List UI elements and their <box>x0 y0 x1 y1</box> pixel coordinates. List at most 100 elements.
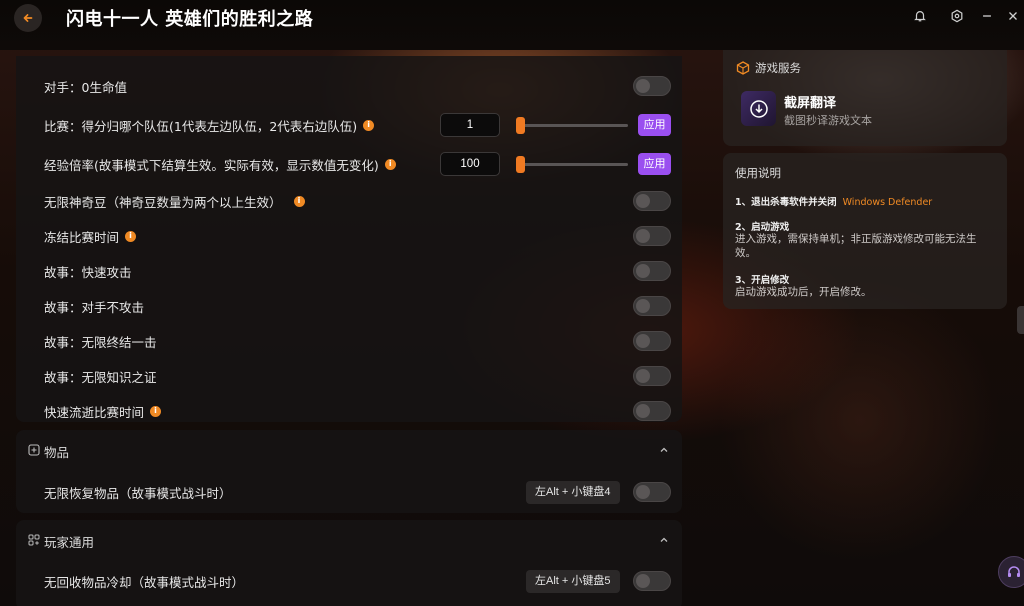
option-label: 无限神奇豆（神奇豆数量为两个以上生效） i <box>44 192 305 211</box>
toggle-knob <box>636 404 650 418</box>
option-row: 故事：对手不攻击 <box>16 289 682 323</box>
option-label: 无限恢复物品（故事模式战斗时） <box>44 485 232 501</box>
option-toggle[interactable] <box>633 261 671 281</box>
close-button[interactable] <box>1005 8 1021 24</box>
option-row: 比赛：得分归哪个队伍(1代表左边队伍，2代表右边队伍) i 1 应用 <box>16 108 682 142</box>
notification-button[interactable] <box>912 8 928 24</box>
tool-name[interactable]: 截屏翻译 <box>784 92 836 111</box>
hotkey-badge[interactable]: 左Alt + 小键盘5 <box>526 569 620 593</box>
option-row: 无限神奇豆（神奇豆数量为两个以上生效） i <box>16 184 682 218</box>
option-toggle[interactable] <box>633 571 671 591</box>
back-button[interactable] <box>14 4 42 32</box>
step-body: 启动游戏成功后，开启修改。 <box>735 286 872 298</box>
toggle-knob <box>636 485 650 499</box>
info-icon[interactable]: i <box>293 195 305 207</box>
usage-title: 使用说明 <box>735 166 781 180</box>
hexagon-settings-icon <box>951 9 963 23</box>
option-label: 故事：快速攻击 <box>44 264 132 280</box>
option-toggle[interactable] <box>633 296 671 316</box>
info-icon[interactable]: i <box>363 119 375 131</box>
option-row: 经验倍率(故事模式下结算生效。实际有效，显示数值无变化) i 100 应用 <box>16 147 682 181</box>
support-button[interactable] <box>998 556 1024 588</box>
toggle-knob <box>636 264 650 278</box>
apply-button[interactable]: 应用 <box>638 114 671 136</box>
option-label: 冻结比赛时间 i <box>44 227 137 246</box>
cube-icon <box>736 61 750 75</box>
option-label: 对手：0生命值 <box>44 79 127 95</box>
usage-instructions-card: 使用说明 1、退出杀毒软件并关闭 Windows Defender 2、启动游戏 … <box>723 153 1007 309</box>
exp-multiplier-slider[interactable] <box>516 155 628 173</box>
option-row: 故事：快速攻击 <box>16 254 682 288</box>
option-label: 经验倍率(故事模式下结算生效。实际有效，显示数值无变化) i <box>44 155 396 174</box>
app-title: 闪电十一人 英雄们的胜利之路 <box>66 9 314 30</box>
exp-multiplier-input[interactable]: 100 <box>440 152 500 176</box>
info-icon[interactable]: i <box>125 230 137 242</box>
score-team-input[interactable]: 1 <box>440 113 500 137</box>
toggle-knob <box>636 299 650 313</box>
step-title: 3、开启修改 <box>735 275 790 286</box>
option-toggle[interactable] <box>633 482 671 502</box>
screenshot-translate-tool[interactable] <box>741 91 776 126</box>
arrow-left-icon <box>23 14 33 22</box>
score-team-slider[interactable] <box>516 116 628 134</box>
player-general-section: 玩家通用 无回收物品冷却（故事模式战斗时） 左Alt + 小键盘5 <box>16 520 682 606</box>
option-toggle[interactable] <box>633 76 671 96</box>
option-label: 故事：无限终结一击 <box>44 334 157 350</box>
chevron-up-icon[interactable] <box>658 444 670 456</box>
service-title: 游戏服务 <box>755 61 801 75</box>
toggle-knob <box>636 79 650 93</box>
grid-icon <box>28 534 40 546</box>
minimize-button[interactable] <box>979 8 995 24</box>
windows-defender-link[interactable]: Windows Defender <box>843 197 933 208</box>
section-header[interactable]: 玩家通用 <box>16 520 682 560</box>
plus-square-icon <box>28 444 40 456</box>
info-icon[interactable]: i <box>384 158 396 170</box>
info-icon[interactable]: i <box>150 405 162 417</box>
option-label: 无回收物品冷却（故事模式战斗时） <box>44 574 245 590</box>
toggle-knob <box>636 574 650 588</box>
items-section: 物品 无限恢复物品（故事模式战斗时） 左Alt + 小键盘4 <box>16 430 682 513</box>
option-label: 故事：对手不攻击 <box>44 299 145 315</box>
slider-handle[interactable] <box>516 155 525 173</box>
option-toggle[interactable] <box>633 401 671 421</box>
section-header[interactable]: 物品 <box>16 430 682 470</box>
game-service-card: 游戏服务 截屏翻译 截图秒译游戏文本 <box>723 50 1007 146</box>
toggle-knob <box>636 334 650 348</box>
option-label: 故事：无限知识之证 <box>44 369 157 385</box>
section-title: 玩家通用 <box>44 535 95 550</box>
slider-handle[interactable] <box>516 116 525 134</box>
option-row: 故事：无限终结一击 <box>16 324 682 358</box>
toggle-knob <box>636 194 650 208</box>
headset-icon <box>1008 566 1020 577</box>
main-options-card: 对手：0生命值 比赛：得分归哪个队伍(1代表左边队伍，2代表右边队伍) i 1 应… <box>16 56 682 422</box>
toggle-knob <box>636 229 650 243</box>
option-label: 比赛：得分归哪个队伍(1代表左边队伍，2代表右边队伍) i <box>44 116 375 135</box>
option-toggle[interactable] <box>633 191 671 211</box>
step-title: 2、启动游戏 <box>735 222 790 233</box>
side-scroll-handle[interactable] <box>1017 306 1024 334</box>
option-row: 快速流逝比赛时间 i <box>16 394 682 428</box>
step-title: 1、退出杀毒软件并关闭 Windows Defender <box>735 197 933 208</box>
minimize-icon <box>983 15 991 17</box>
option-toggle[interactable] <box>633 331 671 351</box>
section-title: 物品 <box>44 445 70 460</box>
option-toggle[interactable] <box>633 366 671 386</box>
step-body: 进入游戏，需保持单机；非正版游戏修改可能无法生效。 <box>735 233 977 259</box>
chevron-up-icon[interactable] <box>658 534 670 546</box>
option-row: 冻结比赛时间 i <box>16 219 682 253</box>
bell-icon <box>914 11 926 22</box>
option-row: 故事：无限知识之证 <box>16 359 682 393</box>
hotkey-badge[interactable]: 左Alt + 小键盘4 <box>526 480 620 504</box>
option-row: 对手：0生命值 <box>16 69 682 103</box>
settings-button[interactable] <box>949 8 965 24</box>
toggle-knob <box>636 369 650 383</box>
close-icon <box>1009 12 1017 20</box>
apply-button[interactable]: 应用 <box>638 153 671 175</box>
option-row: 无限恢复物品（故事模式战斗时） 左Alt + 小键盘4 <box>16 475 682 509</box>
option-row: 无回收物品冷却（故事模式战斗时） 左Alt + 小键盘5 <box>16 564 682 598</box>
download-circle-icon <box>749 99 768 118</box>
title-bar: 闪电十一人 英雄们的胜利之路 <box>0 0 1024 50</box>
option-toggle[interactable] <box>633 226 671 246</box>
tool-description: 截图秒译游戏文本 <box>784 114 872 127</box>
option-label: 快速流逝比赛时间 i <box>44 402 162 421</box>
